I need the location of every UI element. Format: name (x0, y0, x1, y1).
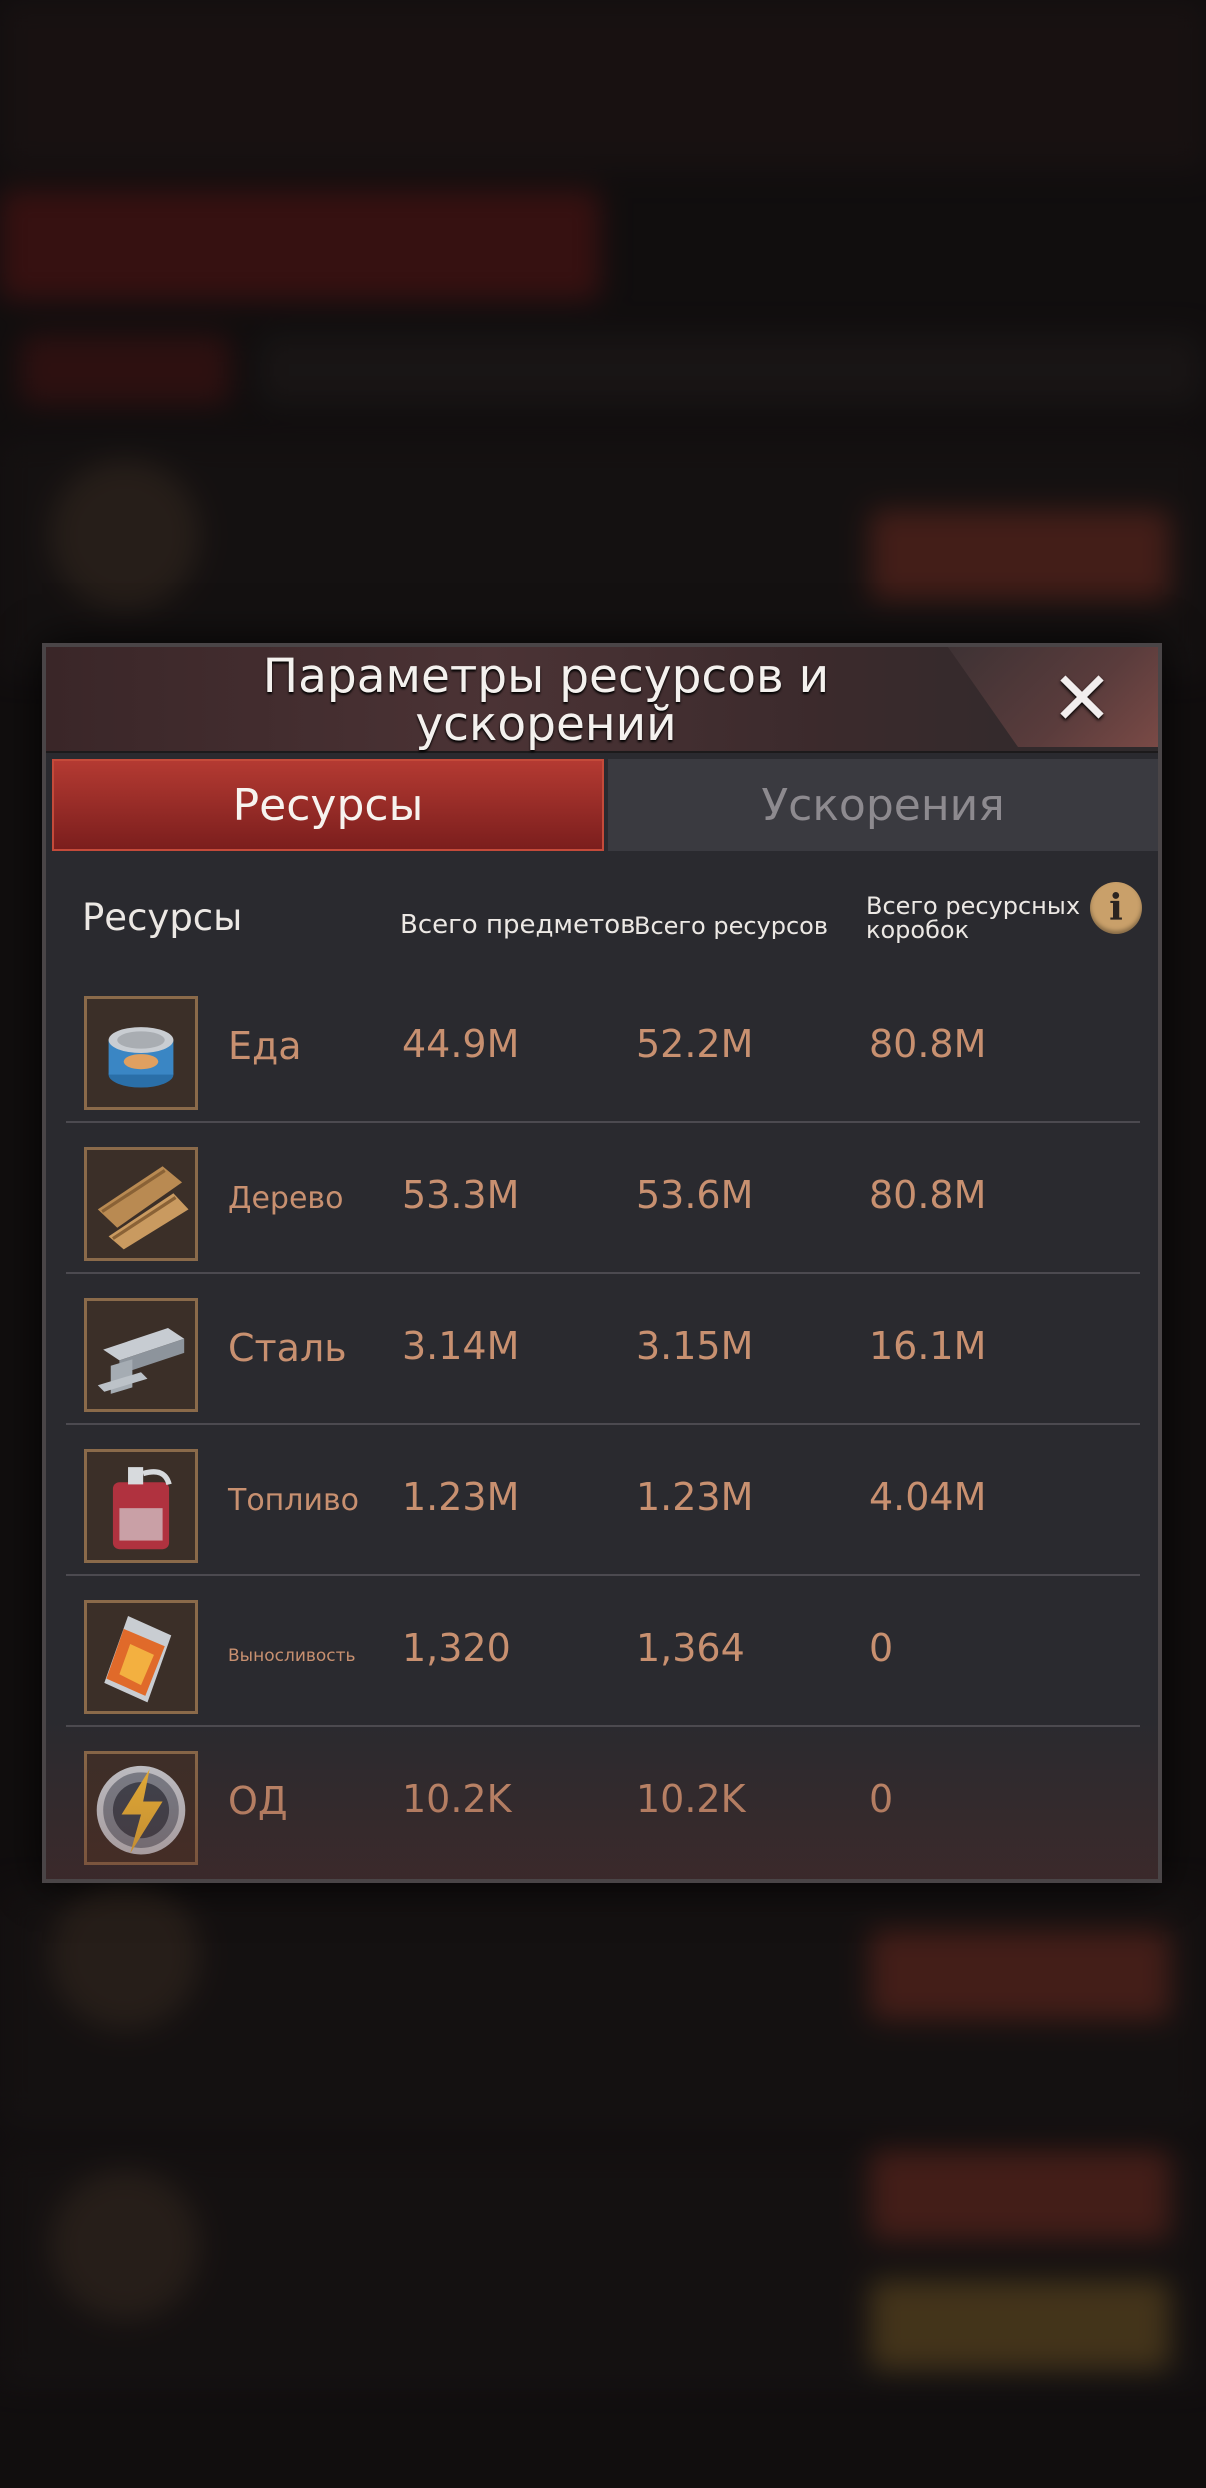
total-resources-value: 3.15M (636, 1324, 754, 1368)
resource-name: Топливо (228, 1483, 360, 1518)
table-row: Дерево 53.3M 53.6M 80.8M (66, 1123, 1140, 1274)
tab-speedups[interactable]: Ускорения (608, 759, 1158, 851)
tab-resources[interactable]: Ресурсы (52, 759, 604, 851)
steel-beam-icon (84, 1298, 198, 1412)
total-items-value: 10.2K (402, 1777, 512, 1821)
fuel-canister-icon (84, 1449, 198, 1563)
total-resources-value: 53.6M (636, 1173, 754, 1217)
total-boxes-value: 80.8M (869, 1173, 987, 1217)
total-resources-value: 52.2M (636, 1022, 754, 1066)
resource-name: Дерево (228, 1181, 344, 1216)
table-row: ОД 10.2K 10.2K 0 (66, 1727, 1140, 1878)
table-row: Еда 44.9M 52.2M 80.8M (66, 972, 1140, 1123)
header-total-resources: Всего ресурсов (634, 912, 829, 940)
total-boxes-value: 80.8M (869, 1022, 987, 1066)
total-items-value: 44.9M (402, 1022, 520, 1066)
total-resources-value: 1.23M (636, 1475, 754, 1519)
resource-name: Сталь (228, 1326, 347, 1370)
table-row: Выносливость 1,320 1,364 0 (66, 1576, 1140, 1727)
resource-table: Еда 44.9M 52.2M 80.8M Дерево 53.3M 53.6M… (66, 972, 1140, 1878)
total-boxes-value: 0 (869, 1626, 894, 1670)
total-items-value: 1.23M (402, 1475, 520, 1519)
resource-name: Еда (228, 1024, 302, 1068)
food-can-icon (84, 996, 198, 1110)
total-boxes-value: 4.04M (869, 1475, 987, 1519)
dialog-header: Параметры ресурсов и ускорений ✕ (46, 647, 1158, 753)
tab-bar: Ресурсы Ускорения (46, 759, 1158, 851)
total-items-value: 53.3M (402, 1173, 520, 1217)
table-row: Сталь 3.14M 3.15M 16.1M (66, 1274, 1140, 1425)
wood-planks-icon (84, 1147, 198, 1261)
header-total-boxes: Всего ресурсных коробок (866, 892, 1081, 944)
close-icon[interactable]: ✕ (1048, 662, 1116, 736)
total-boxes-value: 16.1M (869, 1324, 987, 1368)
resource-stats-dialog: Параметры ресурсов и ускорений ✕ Ресурсы… (42, 643, 1162, 1883)
total-items-value: 3.14M (402, 1324, 520, 1368)
table-row: Топливо 1.23M 1.23M 4.04M (66, 1425, 1140, 1576)
table-header: Ресурсы Всего предметов Всего ресурсов В… (46, 872, 1158, 972)
resource-name: Выносливость (228, 1646, 356, 1666)
total-resources-value: 10.2K (636, 1777, 746, 1821)
energy-drink-icon (84, 1600, 198, 1714)
info-icon[interactable]: i (1090, 882, 1142, 934)
dialog-title: Параметры ресурсов и ускорений (262, 649, 830, 752)
total-resources-value: 1,364 (636, 1626, 745, 1670)
total-items-value: 1,320 (402, 1626, 511, 1670)
header-resources: Ресурсы (82, 896, 243, 939)
total-boxes-value: 0 (869, 1777, 894, 1821)
header-total-items: Всего предметов (400, 910, 636, 940)
resource-name: ОД (228, 1779, 288, 1823)
lightning-bolt-icon (84, 1751, 198, 1865)
